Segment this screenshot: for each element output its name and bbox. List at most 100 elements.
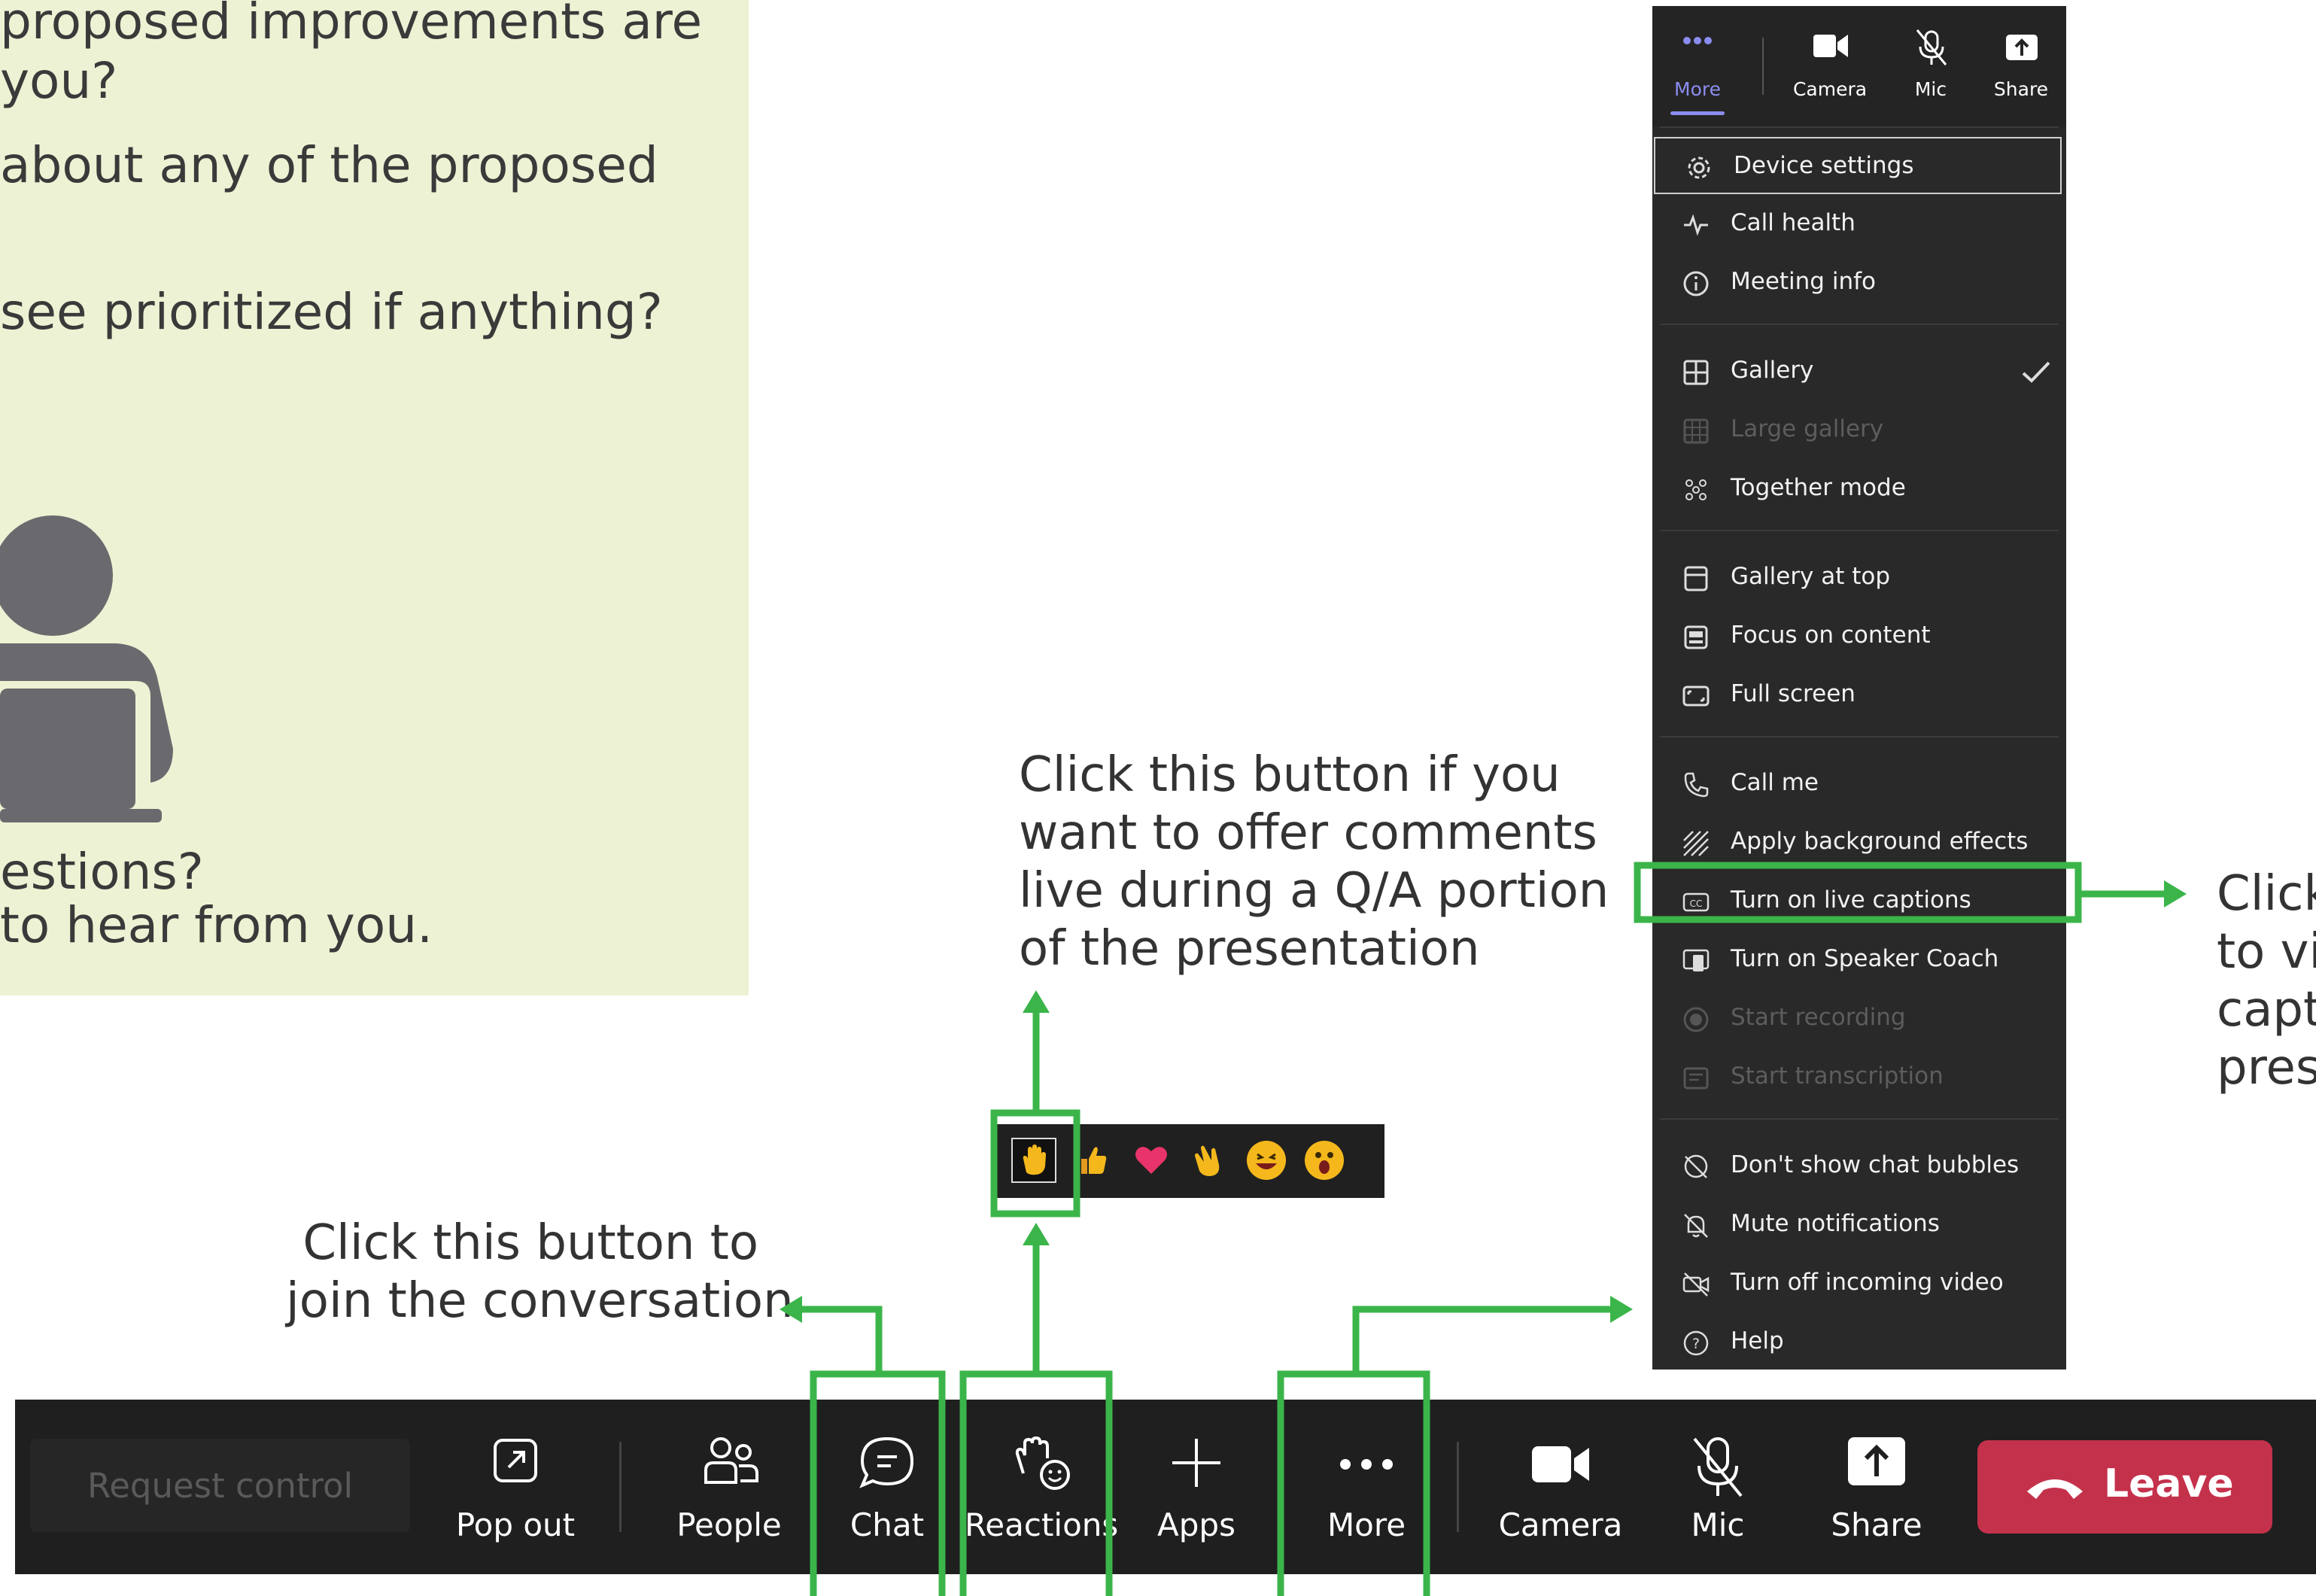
menu-item-mute-notifications[interactable]: Mute notifications (1652, 1196, 2066, 1254)
top-mic-button[interactable]: Mic (1886, 6, 1976, 126)
menu-item-focus-on-content[interactable]: Focus on content (1652, 608, 2066, 665)
top-share-button[interactable]: Share (1976, 6, 2066, 126)
menu-item-device-settings[interactable]: Device settings (1654, 137, 2062, 194)
more-button[interactable]: More (1306, 1400, 1427, 1574)
menu-separator (1660, 126, 2059, 128)
request-control-label: Request control (87, 1466, 354, 1506)
menu-item-start-transcription[interactable]: Start transcription (1652, 1049, 2066, 1106)
laugh-reaction[interactable] (1247, 1141, 1286, 1180)
reactions-callout-line: of the presentation (1019, 921, 1480, 977)
share-button[interactable]: Share (1816, 1400, 1937, 1574)
apps-plus-icon (1172, 1439, 1220, 1487)
speaker-coach-icon (1682, 949, 1710, 971)
more-icon (1340, 1459, 1393, 1470)
active-indicator (1670, 111, 1725, 115)
menu-item-speaker-coach[interactable]: Turn on Speaker Coach (1652, 932, 2066, 989)
menu-item-start-recording[interactable]: Start recording (1652, 990, 2066, 1047)
menu-item-meeting-info[interactable]: Meeting info (1652, 254, 2066, 312)
heart-reaction[interactable] (1132, 1141, 1171, 1180)
together-mode-icon (1685, 479, 1707, 500)
menu-item-gallery-at-top[interactable]: Gallery at top (1652, 549, 2066, 606)
bell-off-icon (1684, 1214, 1708, 1238)
video-off-icon (1682, 1272, 1710, 1297)
thumbs-up-reaction[interactable] (1074, 1141, 1113, 1180)
leave-button[interactable]: Leave (1977, 1440, 2272, 1534)
pop-out-icon (494, 1439, 537, 1482)
menu-item-label: Help (1731, 1327, 1784, 1354)
menu-item-label: Device settings (1734, 152, 1914, 179)
slide-text-line: to hear from you. (0, 896, 433, 954)
pop-out-button[interactable]: Pop out (451, 1400, 579, 1574)
menu-item-label: Meeting info (1731, 268, 1876, 295)
menu-item-label: Start transcription (1731, 1062, 1944, 1090)
menu-item-label: Start recording (1731, 1004, 1906, 1031)
surprised-reaction[interactable] (1305, 1141, 1344, 1180)
menu-item-full-screen[interactable]: Full screen (1652, 667, 2066, 724)
raised-hand-arrow-head (1023, 990, 1050, 1013)
people-button[interactable]: People (665, 1400, 793, 1574)
share-label: Share (1831, 1506, 1922, 1543)
menu-item-label: Large gallery (1731, 415, 1884, 442)
menu-item-background-effects[interactable]: Apply background effects (1652, 814, 2066, 871)
captions-callout-line: Click (2217, 866, 2316, 922)
menu-item-label: Mute notifications (1731, 1210, 1940, 1237)
share-icon (1848, 1437, 1905, 1485)
mic-button[interactable]: Mic (1661, 1400, 1774, 1574)
captions-callout-line: to vi (2217, 924, 2316, 980)
raised-hand-icon (1023, 1145, 1046, 1175)
reactions-icon (1015, 1436, 1070, 1490)
more-label: More (1327, 1506, 1406, 1543)
slide-text-line: proposed improvements are (0, 0, 703, 50)
svg-text:CC: CC (1690, 898, 1703, 909)
person-at-laptop-icon (0, 515, 173, 822)
pulse-icon (1684, 214, 1708, 236)
menu-item-label: Call health (1731, 209, 1856, 236)
reactions-callout-line: live during a Q/A portion (1019, 863, 1609, 919)
menu-item-call-health[interactable]: Call health (1652, 196, 2066, 253)
record-icon (1683, 1007, 1709, 1032)
raised-hand-reaction[interactable] (1011, 1138, 1056, 1183)
top-more-button[interactable]: More (1652, 6, 1743, 126)
menu-item-call-me[interactable]: Call me (1652, 755, 2066, 813)
menu-item-gallery[interactable]: Gallery (1652, 343, 2066, 400)
meeting-toolbar: Request control Pop out People Chat Reac… (15, 1400, 2316, 1574)
menu-item-together-mode[interactable]: Together mode (1652, 461, 2066, 518)
info-icon (1683, 271, 1709, 296)
top-camera-button[interactable]: Camera (1785, 6, 1875, 126)
fullscreen-icon (1682, 686, 1710, 707)
chat-button[interactable]: Chat (831, 1400, 944, 1574)
more-actions-menu: More Camera Mic Share Device settings Ca… (1652, 6, 2066, 1370)
top-share-label: Share (1993, 78, 2049, 100)
slide-text-line: see prioritized if anything? (0, 283, 663, 341)
slide-text-line: you? (0, 52, 118, 110)
chat-label: Chat (850, 1506, 925, 1543)
background-effects-icon (1683, 831, 1709, 856)
camera-button[interactable]: Camera (1493, 1400, 1628, 1574)
clap-reaction[interactable] (1189, 1141, 1228, 1180)
camera-icon (1532, 1446, 1589, 1482)
phone-icon (1684, 772, 1709, 798)
captions-callout-line: capt (2217, 982, 2316, 1038)
hang-up-icon (2027, 1479, 2083, 1499)
menu-item-live-captions[interactable]: CC Turn on live captions (1652, 873, 2066, 930)
top-mic-label: Mic (1914, 78, 1947, 100)
reactions-button[interactable]: Reactions (965, 1400, 1118, 1574)
slide-panel: proposed improvements are you? about any… (0, 0, 749, 996)
menu-item-incoming-video[interactable]: Turn off incoming video (1652, 1255, 2066, 1312)
slide-text-line: about any of the proposed (0, 136, 658, 194)
menu-item-chat-bubbles[interactable]: Don't show chat bubbles (1652, 1138, 2066, 1195)
apps-button[interactable]: Apps (1144, 1400, 1249, 1574)
menu-item-label: Turn on live captions (1731, 886, 1971, 914)
menu-item-large-gallery[interactable]: Large gallery (1652, 402, 2066, 459)
leave-label: Leave (2104, 1461, 2234, 1506)
chat-icon (859, 1436, 914, 1488)
gallery-top-icon (1684, 566, 1708, 591)
menu-separator (1660, 1118, 2059, 1120)
request-control-button[interactable]: Request control (30, 1439, 410, 1532)
people-icon (704, 1437, 758, 1484)
reactions-callout-line: Click this button if you (1019, 747, 1561, 803)
menu-item-help[interactable]: ? Help (1652, 1314, 2066, 1371)
gallery-icon (1683, 360, 1709, 385)
menu-item-label: Full screen (1731, 680, 1856, 707)
help-icon: ? (1683, 1330, 1709, 1356)
